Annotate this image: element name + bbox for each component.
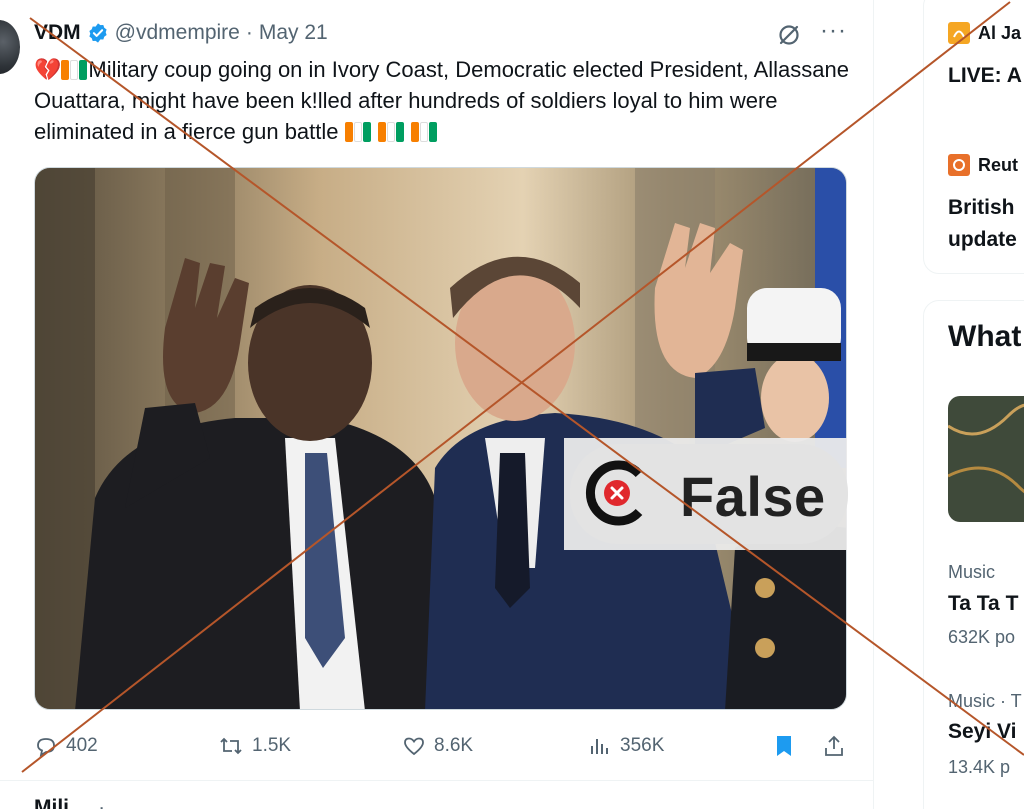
share-icon — [825, 735, 843, 756]
news-source-reuters[interactable]: Reut — [948, 154, 1018, 176]
news-headline-2[interactable]: British — [948, 192, 1015, 223]
ivory-coast-flag-icon — [61, 57, 88, 82]
verified-badge-icon — [87, 22, 109, 44]
fact-check-false-badge: False — [564, 438, 848, 550]
tweet-action-bar: 402 1.5K 8.6K 356K — [34, 730, 854, 762]
news-source-name: Al Ja — [978, 22, 1022, 43]
trend-thumbnail[interactable] — [948, 396, 1024, 522]
trend-title-2[interactable]: Seyi Vi — [948, 720, 1017, 744]
view-count: 356K — [620, 735, 665, 756]
news-headline-2-line2[interactable]: update — [948, 224, 1017, 255]
right-sidebar: Al Ja LIVE: A Reut British update What M… — [923, 0, 1024, 809]
trend-posts-2: 13.4K p — [948, 757, 1011, 777]
next-tweet-meta: ... ·... — [74, 796, 123, 809]
reply-count: 402 — [66, 735, 98, 756]
views-button[interactable]: 356K — [588, 730, 664, 762]
news-source-aljazeera[interactable]: Al Ja — [948, 22, 1021, 44]
bookmark-button[interactable] — [772, 730, 804, 762]
tweet-body-text: Military coup going on in Ivory Coast, D… — [34, 57, 849, 144]
reply-button[interactable]: 402 — [34, 730, 98, 762]
fact-check-verdict: False — [680, 465, 826, 528]
whats-happening-title: What — [948, 320, 1022, 353]
author-name[interactable]: VDM — [34, 21, 81, 45]
news-headline-1[interactable]: LIVE: A — [948, 60, 1022, 91]
fact-check-logo-icon — [584, 460, 650, 526]
next-tweet-header[interactable]: Mili ... ·... — [34, 796, 123, 809]
like-button[interactable]: 8.6K — [402, 730, 473, 762]
tweet-divider — [0, 780, 873, 781]
repost-button[interactable]: 1.5K — [218, 730, 291, 762]
trend-category-1: Music — [948, 562, 996, 582]
heart-icon — [404, 737, 424, 756]
tweet-date[interactable]: May 21 — [259, 21, 328, 45]
more-options-icon[interactable]: ··· — [820, 19, 850, 48]
grok-icon[interactable] — [776, 22, 802, 48]
tweet-text: 💔 Military coup going on in Ivory Coast, … — [34, 54, 854, 147]
next-tweet-author[interactable]: Mili — [34, 796, 69, 809]
repost-icon — [220, 737, 242, 755]
like-count: 8.6K — [434, 735, 474, 756]
tweet[interactable]: VDM @vdmempire · May 21 ··· 💔 Military co… — [0, 0, 873, 780]
author-avatar[interactable] — [0, 20, 20, 74]
trend-posts-1: 632K po — [948, 627, 1016, 647]
trend-title-1[interactable]: Ta Ta T — [948, 592, 1018, 616]
bookmark-icon — [777, 736, 791, 756]
repost-count: 1.5K — [252, 735, 292, 756]
ivory-coast-flags-icon — [344, 119, 438, 144]
column-divider — [873, 0, 874, 809]
header-separator: · — [245, 21, 253, 44]
reuters-logo-icon — [948, 154, 970, 176]
aljazeera-logo-icon — [948, 22, 970, 44]
share-button[interactable] — [822, 730, 854, 762]
author-handle[interactable]: @vdmempire — [115, 21, 240, 45]
broken-heart-emoji-icon: 💔 — [34, 57, 62, 82]
news-source-name: Reut — [978, 154, 1018, 175]
analytics-icon — [591, 739, 608, 754]
tweet-header: VDM @vdmempire · May 21 — [34, 18, 328, 48]
reply-icon — [37, 738, 55, 757]
trend-category-2: Music · T — [948, 691, 1022, 711]
